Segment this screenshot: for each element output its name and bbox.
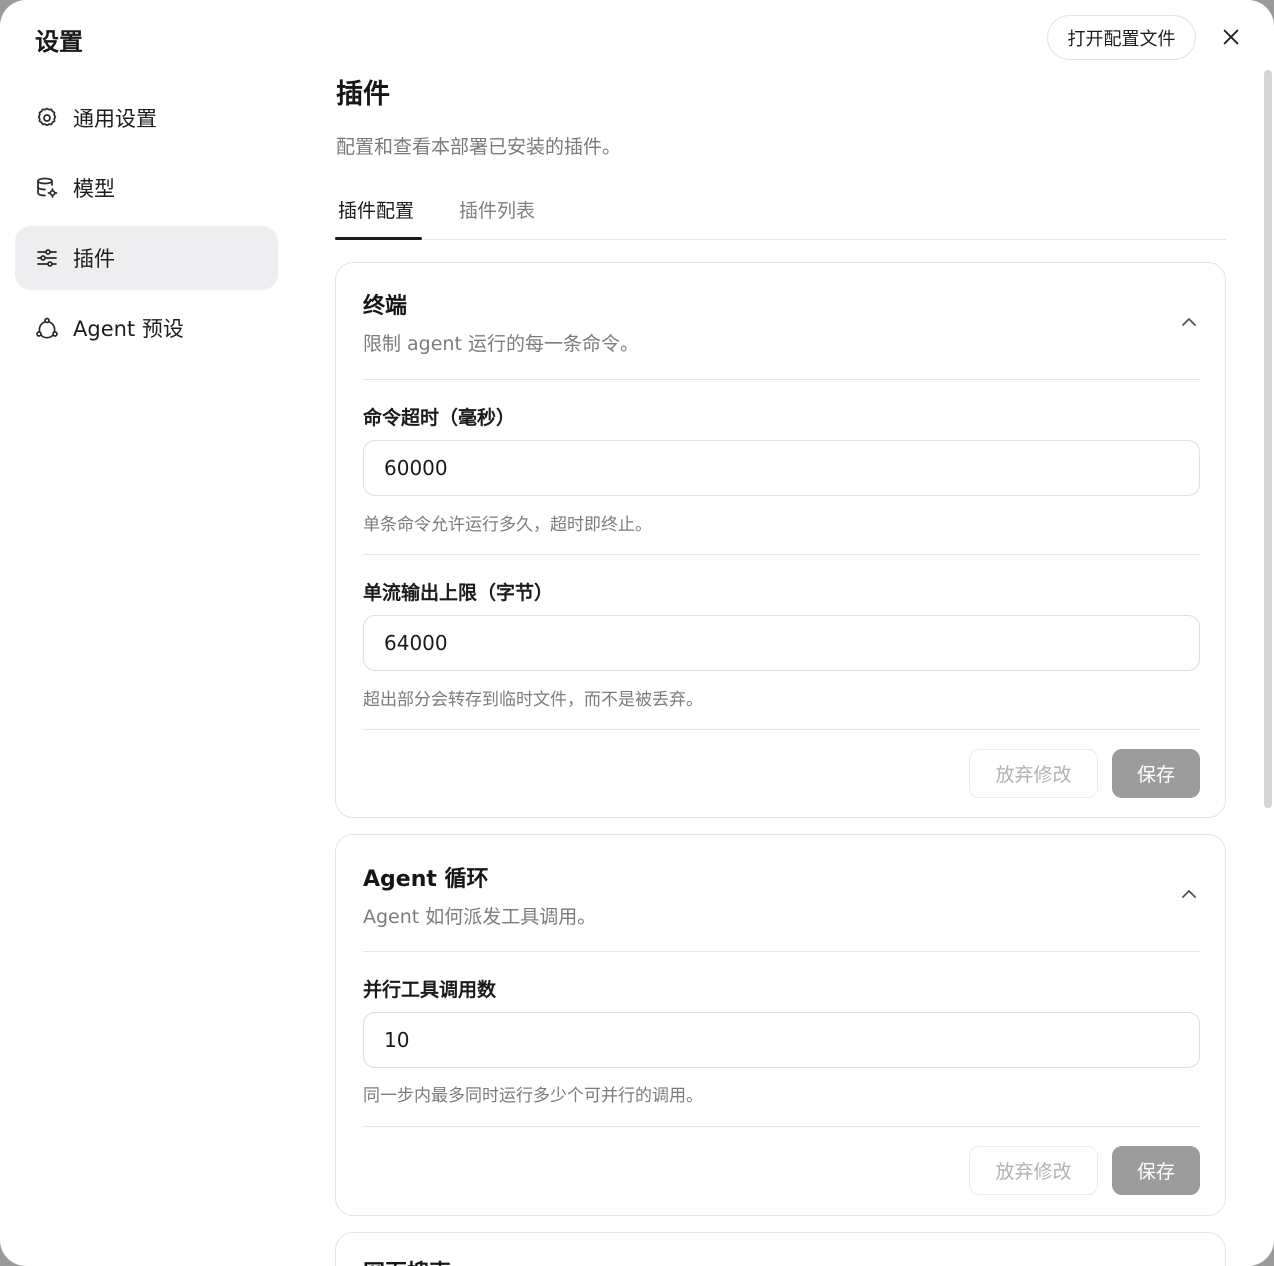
card-title: Agent 循环 [363,867,489,892]
field-label: 并行工具调用数 [363,979,497,1001]
divider [363,1126,1200,1127]
chevron-up-icon [1182,318,1196,326]
command-timeout-input[interactable] [363,440,1200,496]
database-gear-icon [35,176,59,200]
divider [363,379,1200,380]
save-button[interactable]: 保存 [1112,1146,1200,1195]
sidebar-item-agent-presets[interactable]: Agent 预设 [15,296,278,360]
active-tab-indicator [335,237,422,240]
scrollbar[interactable] [1262,70,1274,1250]
settings-window: 设置 通用设置 模型 插件 Agent 预设 打开配置文件 插件 配置和查看本部… [0,0,1274,1266]
open-config-file-button[interactable]: 打开配置文件 [1047,15,1196,60]
sidebar-nav: 通用设置 模型 插件 Agent 预设 [15,86,278,366]
divider [363,729,1200,730]
page-description: 配置和查看本部署已安装的插件。 [336,136,622,158]
field-help: 单条命令允许运行多久，超时即终止。 [363,515,652,535]
tab-bar: 插件配置 插件列表 [335,186,1226,240]
sidebar-item-general[interactable]: 通用设置 [15,86,278,150]
chevron-up-icon [1182,890,1196,898]
close-button[interactable] [1216,22,1246,52]
tab-plugin-config[interactable]: 插件配置 [338,196,414,240]
field-label: 单流输出上限（字节） [363,582,554,604]
card-subtitle: 限制 agent 运行的每一条命令。 [363,333,639,355]
stream-output-limit-input[interactable] [363,615,1200,671]
sidebar-item-label: 插件 [73,247,115,271]
save-button[interactable]: 保存 [1112,749,1200,798]
sidebar-item-label: Agent 预设 [73,317,184,341]
divider [363,554,1200,555]
tab-plugin-list[interactable]: 插件列表 [459,196,535,240]
sidebar-item-label: 模型 [73,177,115,201]
collapse-chevron-button[interactable] [1179,314,1199,328]
web-search-plugin-card: 网页搜索 [335,1232,1226,1266]
card-subtitle: Agent 如何派发工具调用。 [363,906,597,928]
gear-icon [35,106,59,130]
network-icon [35,316,59,340]
sidebar-item-label: 通用设置 [73,107,157,131]
discard-changes-button[interactable]: 放弃修改 [969,749,1098,798]
discard-changes-button[interactable]: 放弃修改 [969,1146,1098,1195]
divider [363,951,1200,952]
card-title: 终端 [363,294,408,319]
app-title: 设置 [35,28,83,56]
parallel-tool-calls-input[interactable] [363,1012,1200,1068]
terminal-plugin-card: 终端 限制 agent 运行的每一条命令。 命令超时（毫秒） 单条命令允许运行多… [335,262,1226,818]
field-label: 命令超时（毫秒） [363,407,516,429]
agent-loop-plugin-card: Agent 循环 Agent 如何派发工具调用。 并行工具调用数 同一步内最多同… [335,834,1226,1216]
collapse-chevron-button[interactable] [1179,886,1199,900]
sidebar-item-plugins[interactable]: 插件 [15,226,278,290]
sliders-icon [35,246,59,270]
page-title: 插件 [336,79,390,110]
field-help: 同一步内最多同时运行多少个可并行的调用。 [363,1086,703,1106]
card-title: 网页搜索 [363,1255,451,1266]
close-icon [1223,29,1239,45]
sidebar-item-models[interactable]: 模型 [15,156,278,220]
scrollbar-thumb[interactable] [1264,70,1272,808]
field-help: 超出部分会转存到临时文件，而不是被丢弃。 [363,690,703,710]
